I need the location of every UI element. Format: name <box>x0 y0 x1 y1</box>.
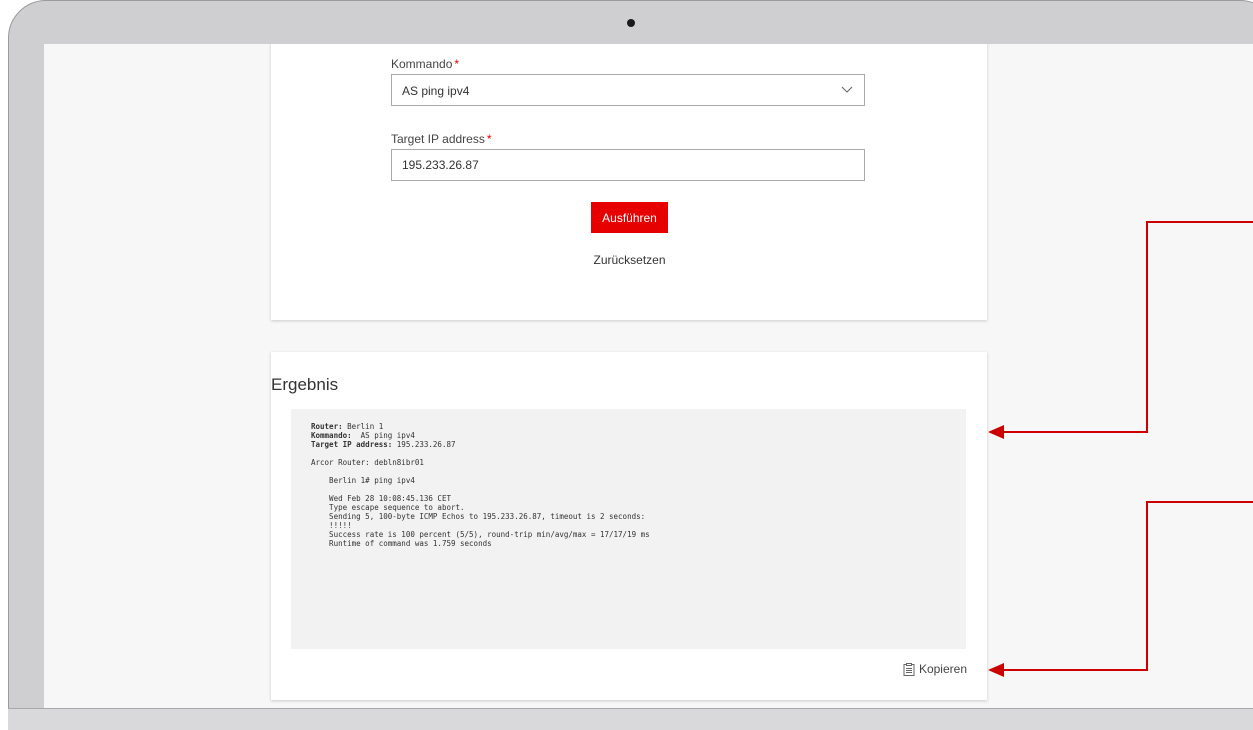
clipboard-icon <box>903 662 915 676</box>
run-button[interactable]: Ausführen <box>591 202 668 233</box>
target-key: Target IP address: <box>311 440 393 449</box>
required-mark: * <box>486 132 492 146</box>
result-title: Ergebnis <box>271 375 339 394</box>
screen: Kommando * AS ping ipv4 Target IP address… <box>44 44 1253 708</box>
copy-button[interactable]: Kopieren <box>903 662 967 676</box>
target-ip-label: Target IP address * <box>391 132 492 146</box>
kommando-select[interactable]: AS ping ipv4 <box>391 74 865 106</box>
camera-icon <box>627 19 635 27</box>
router-value: Berlin 1 <box>342 422 384 431</box>
laptop-bottom-bezel <box>8 708 1253 730</box>
reset-link[interactable]: Zurücksetzen <box>571 253 688 267</box>
chevron-down-icon <box>841 86 853 93</box>
command-output: Router: Berlin 1 Kommando: AS ping ipv4 … <box>291 409 966 649</box>
kommando-label: Kommando * <box>391 57 459 71</box>
target-value: 195.233.26.87 <box>392 440 456 449</box>
target-ip-label-text: Target IP address <box>391 132 485 146</box>
kommando-select-value: AS ping ipv4 <box>402 84 470 98</box>
command-form-card: Kommando * AS ping ipv4 Target IP address… <box>271 44 987 320</box>
required-mark: * <box>454 57 460 71</box>
kommando-label-text: Kommando <box>391 57 453 71</box>
router-key: Router: <box>311 422 343 431</box>
target-ip-input[interactable] <box>391 149 865 181</box>
kommando-value: AS ping ipv4 <box>351 431 415 440</box>
output-body: Arcor Router: debln8ibr01 Berlin 1# ping… <box>311 458 650 548</box>
kommando-key: Kommando: <box>311 431 352 440</box>
copy-label: Kopieren <box>918 662 967 676</box>
result-card: Ergebnis Router: Berlin 1 Kommando: AS p… <box>271 352 987 700</box>
